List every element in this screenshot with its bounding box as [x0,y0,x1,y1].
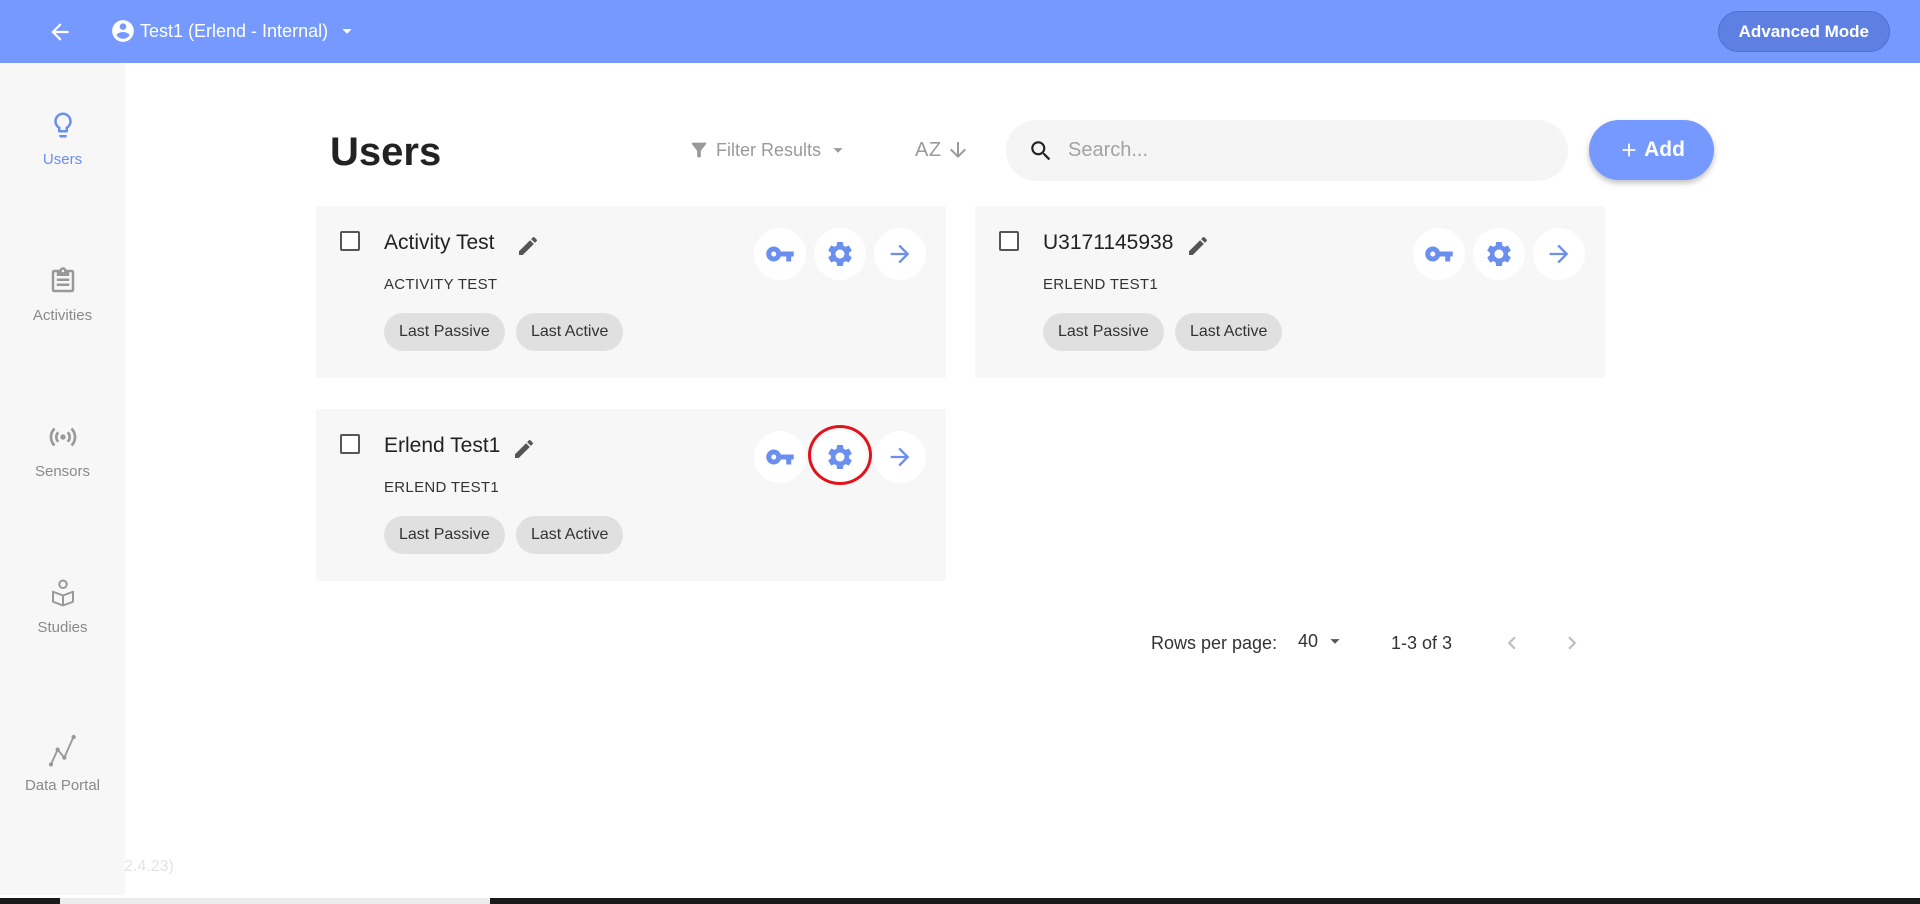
clipboard-icon [47,265,79,297]
sidebar-item-sensors[interactable]: Sensors [0,421,125,480]
pencil-icon[interactable] [515,233,541,259]
add-button[interactable]: Add [1589,120,1714,180]
strip-segment [60,898,490,904]
back-button[interactable] [44,16,76,48]
credentials-button[interactable] [1413,228,1465,280]
arrow-left-icon [51,23,69,41]
last-active-chip[interactable]: Last Active [516,516,624,554]
last-passive-chip[interactable]: Last Passive [384,516,505,554]
caret-down-icon [833,148,843,153]
caret-down-icon [1330,639,1340,644]
last-passive-chip[interactable]: Last Passive [1043,313,1164,351]
sidebar-item-label: Users [42,151,83,168]
arrow-right-icon [890,447,910,467]
open-user-button[interactable] [1533,228,1585,280]
select-checkbox[interactable] [340,434,360,454]
sort-az-icon: AZ [915,138,942,161]
open-user-button[interactable] [874,228,926,280]
user-subtitle: ERLEND TEST1 [1043,276,1159,293]
last-active-chip[interactable]: Last Active [516,313,624,351]
sidebar-item-studies[interactable]: Studies [0,577,125,636]
advanced-mode-button[interactable]: Advanced Mode [1717,11,1890,52]
settings-button[interactable] [814,228,866,280]
user-subtitle: ERLEND TEST1 [384,479,500,496]
user-card: Erlend Test1 ERLEND TEST1 Last Passive L… [316,409,946,581]
key-icon [766,246,794,262]
account-selector[interactable]: Test1 (Erlend - Internal) [110,14,358,48]
lightbulb-icon [47,109,79,141]
arrow-down-icon [949,142,966,158]
user-name: Activity Test [384,231,495,254]
user-name: Erlend Test1 [384,434,501,457]
arrow-right-icon [890,244,910,264]
rows-per-page-value: 40 [1298,630,1319,651]
study-icon [47,577,79,609]
pencil-icon[interactable] [1185,233,1211,259]
search-icon [1031,140,1051,160]
sidebar-item-data-portal[interactable]: Data Portal [0,734,125,794]
last-active-chip[interactable]: Last Active [1175,313,1283,351]
select-checkbox[interactable] [999,231,1019,251]
version-label: 2.4.23) [124,858,174,875]
sidebar-item-activities[interactable]: Activities [0,265,125,324]
pencil-icon[interactable] [511,436,537,462]
search-input[interactable] [1068,139,1528,162]
gear-icon [828,445,852,469]
user-name: U3171145938 [1043,231,1174,254]
last-passive-chip[interactable]: Last Passive [384,313,505,351]
page-title: Users [330,130,442,174]
chevron-left-icon [1507,636,1516,650]
select-checkbox[interactable] [340,231,360,251]
user-subtitle: ACTIVITY TEST [384,276,498,293]
sidebar-item-label: Data Portal [24,777,101,794]
user-card: U3171145938 ERLEND TEST1 Last Passive La… [975,206,1605,378]
account-circle-icon [110,18,136,44]
account-name: Test1 (Erlend - Internal) [140,20,329,41]
settings-button[interactable] [1473,228,1525,280]
top-app-bar: Test1 (Erlend - Internal) Advanced Mode [0,0,1920,63]
add-label: Add [1644,138,1685,161]
previous-page-button[interactable] [1498,628,1526,658]
chart-line-icon [47,734,79,767]
sidebar-item-users[interactable]: Users [0,109,125,168]
sidebar-item-label: Activities [32,307,93,324]
bottom-strip [0,898,1920,904]
rows-per-page-label: Rows per page: [1151,633,1278,653]
plus-icon [1622,143,1636,157]
key-icon [1425,246,1453,262]
filter-label: Filter Results [716,139,822,160]
sidebar: Users Activities Sensors Studies Data Po… [0,63,125,895]
page-range-label: 1-3 of 3 [1391,633,1453,653]
sort-button[interactable]: AZ [915,134,970,166]
gear-icon [828,242,852,266]
credentials-button[interactable] [754,228,806,280]
gear-icon [1487,242,1511,266]
arrow-right-icon [1549,244,1569,264]
sidebar-item-label: Studies [37,619,88,636]
open-user-button[interactable] [874,431,926,483]
rows-per-page-select[interactable]: 40 [1298,630,1346,652]
broadcast-icon [47,421,79,453]
next-page-button[interactable] [1558,628,1586,658]
filter-icon [691,142,707,158]
filter-results-button[interactable]: Filter Results [688,136,849,164]
settings-button[interactable] [814,431,866,483]
credentials-button[interactable] [754,431,806,483]
search-field[interactable] [1006,120,1568,181]
sidebar-item-label: Sensors [34,463,91,480]
key-icon [766,449,794,465]
chevron-down-icon [336,20,358,42]
user-card: Activity Test ACTIVITY TEST Last Passive… [316,206,946,378]
chevron-right-icon [1568,636,1577,650]
